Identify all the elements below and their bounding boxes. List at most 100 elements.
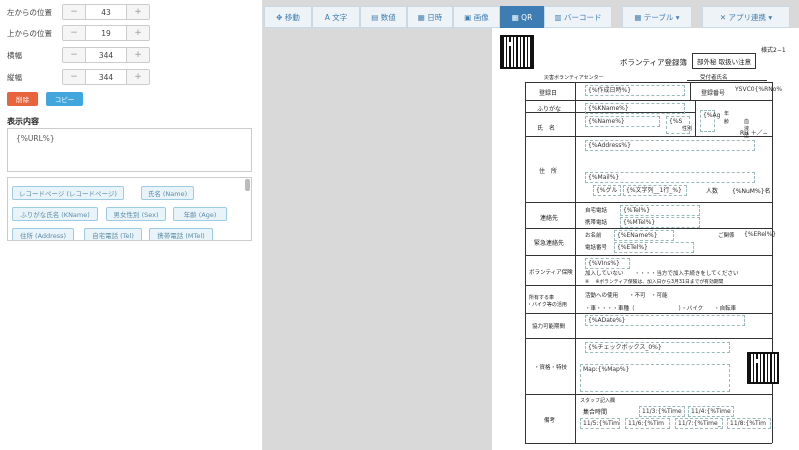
time-field[interactable]: 11/6:{%Tim: [625, 418, 670, 429]
document-paper: 様式2−1 ボランティア登録簿 部外秘 取扱い注意 災害ボランティアセンター 受…: [492, 28, 799, 450]
table-border: [525, 443, 772, 444]
field-tag[interactable]: 男女性別 (Sex): [106, 207, 166, 221]
mail-field[interactable]: {%Mail%}: [585, 172, 755, 183]
row-line: [525, 285, 772, 286]
relation-field[interactable]: {%ERel%}: [742, 230, 776, 239]
field-tag[interactable]: 住所 (Address): [12, 228, 74, 240]
vehicle-label2: ・バイク等の活用: [527, 302, 567, 308]
insurance-field[interactable]: {%VIns%}: [585, 258, 630, 269]
time-field[interactable]: 11/8:{%Tim: [727, 418, 771, 429]
left-position-stepper[interactable]: − 43 +: [62, 4, 150, 20]
left-position-input[interactable]: 43: [85, 5, 127, 19]
decrement-button[interactable]: −: [63, 48, 85, 62]
row-line: [525, 100, 772, 101]
mobile-field[interactable]: {%MTel%}: [620, 217, 700, 228]
emergency-label: 緊急連絡先: [534, 240, 565, 247]
increment-button[interactable]: +: [127, 70, 149, 84]
toolbar: ✥ 移動 A 文字 ▤ 数値 ▦ 日時 ▣ 画像 ▦ QR ▥ バーコード ▦ …: [262, 6, 799, 28]
age-field[interactable]: {%Ag: [700, 110, 720, 132]
barcode-tool-button[interactable]: ▥ バーコード: [544, 6, 612, 28]
style-number: 様式2−1: [761, 47, 786, 54]
copy-button[interactable]: コピー: [46, 92, 83, 106]
image-tool-button[interactable]: ▣ 画像: [453, 6, 500, 28]
top-position-stepper[interactable]: − 19 +: [62, 25, 150, 41]
skills-label: ・資格・特技: [534, 365, 568, 371]
width-input[interactable]: 344: [85, 48, 127, 62]
delete-button[interactable]: 削除: [7, 92, 38, 106]
properties-panel: 左からの位置 − 43 + 上からの位置 − 19 + 横幅 − 344 + 縦…: [0, 0, 262, 450]
qr-code-map[interactable]: [747, 352, 779, 384]
tag-list-scrollbar[interactable]: [245, 179, 250, 191]
confidential-stamp: 部外秘 取扱い注意: [692, 53, 757, 69]
row-line: [525, 338, 772, 339]
checkbox-field[interactable]: {%チェックボックス_0%}: [585, 342, 730, 353]
time-field[interactable]: 11/3:{%Time: [639, 406, 685, 417]
table-dropdown-button[interactable]: ▦ テーブル ▾: [622, 6, 692, 28]
row-line: [525, 394, 772, 395]
row-line: [525, 313, 772, 314]
qr-code-selected[interactable]: [500, 35, 534, 69]
content-section-title: 表示内容: [7, 117, 39, 126]
people-count[interactable]: {%NuM%}名: [732, 186, 771, 195]
width-stepper[interactable]: − 344 +: [62, 47, 150, 63]
field-tag[interactable]: 氏名 (Name): [141, 186, 194, 200]
table-border: [772, 82, 773, 443]
move-tool-button[interactable]: ✥ 移動: [264, 6, 312, 28]
furigana-field[interactable]: {%KName%}: [585, 103, 685, 114]
field-tag[interactable]: 年齢 (Age): [173, 207, 227, 221]
app-integration-dropdown-button[interactable]: ✕ アプリ連携 ▾: [702, 6, 790, 28]
group-text-field[interactable]: {%文字列__1行_%}: [623, 185, 687, 196]
field-label: 上からの位置: [7, 28, 52, 38]
field-tag[interactable]: 携帯電話 (MTel): [149, 228, 213, 240]
row-line: [525, 255, 772, 256]
home-tel-field[interactable]: {%Tel%}: [620, 205, 700, 216]
datetime-tool-button[interactable]: ▦ 日時: [407, 6, 453, 28]
decrement-button[interactable]: −: [63, 70, 85, 84]
field-label: 縦幅: [7, 72, 22, 82]
time-field[interactable]: 11/4:{%Time: [688, 406, 734, 417]
reg-no-field[interactable]: YSVC0{%RNo%: [733, 85, 782, 94]
content-textarea[interactable]: {%URL%}: [7, 128, 252, 172]
doc-title: ボランティア登録簿: [620, 58, 688, 67]
insurance-note2: ※ ※ボランティア保険は、加入日から3月31日までが有効期間: [585, 280, 724, 285]
field-tag-list: レコードページ (レコードページ) 氏名 (Name) ふりがな氏名 (KNam…: [7, 177, 252, 241]
mobile-label: 携帯電話: [585, 220, 608, 226]
increment-button[interactable]: +: [127, 48, 149, 62]
org-name: 災害ボランティアセンター: [544, 75, 604, 81]
decrement-button[interactable]: −: [63, 5, 85, 19]
relation-label: ご関係: [718, 233, 735, 239]
increment-button[interactable]: +: [127, 26, 149, 40]
vehicle-type: ・車・・・・車種（ ）・バイク ・自転車: [585, 306, 737, 312]
period-field[interactable]: {%ADate%}: [585, 315, 745, 326]
group-field[interactable]: {%グル: [593, 185, 621, 196]
text-tool-button[interactable]: A 文字: [312, 6, 360, 28]
em-tel-label: 電話番号: [585, 245, 608, 251]
age-label: 年齢: [724, 111, 730, 125]
em-tel-field[interactable]: {%ETel%}: [614, 242, 694, 253]
map-field[interactable]: Map:{%Map%}: [580, 364, 730, 392]
address-label: 住 所: [539, 168, 558, 175]
field-label: 左からの位置: [7, 7, 52, 17]
staff-label: スタッフ記入欄: [580, 398, 616, 404]
field-label: 横幅: [7, 50, 22, 60]
blood-options: RH ＋／−: [740, 130, 768, 137]
reg-date-field[interactable]: {%作成日時%}: [585, 85, 685, 96]
height-stepper[interactable]: − 344 +: [62, 69, 150, 85]
em-name-field[interactable]: {%EName%}: [614, 230, 674, 241]
name-label: 氏 名: [537, 125, 556, 132]
top-position-input[interactable]: 19: [85, 26, 127, 40]
qr-tool-button[interactable]: ▦ QR: [500, 6, 544, 28]
field-tag[interactable]: レコードページ (レコードページ): [12, 186, 124, 200]
height-input[interactable]: 344: [85, 70, 127, 84]
address-field[interactable]: {%Address%}: [585, 140, 755, 151]
field-tag[interactable]: ふりがな氏名 (KName): [12, 207, 98, 221]
increment-button[interactable]: +: [127, 5, 149, 19]
vehicle-label: 所有する車: [529, 295, 555, 301]
field-tag[interactable]: 自宅電話 (Tel): [84, 228, 142, 240]
number-tool-button[interactable]: ▤ 数値: [360, 6, 407, 28]
time-field[interactable]: 11/7:{%Time_: [675, 418, 723, 429]
home-tel-label: 自宅電話: [585, 208, 608, 214]
time-field[interactable]: 11/5:{%Tim: [580, 418, 620, 429]
name-field[interactable]: {%Name%}: [585, 116, 660, 127]
decrement-button[interactable]: −: [63, 26, 85, 40]
